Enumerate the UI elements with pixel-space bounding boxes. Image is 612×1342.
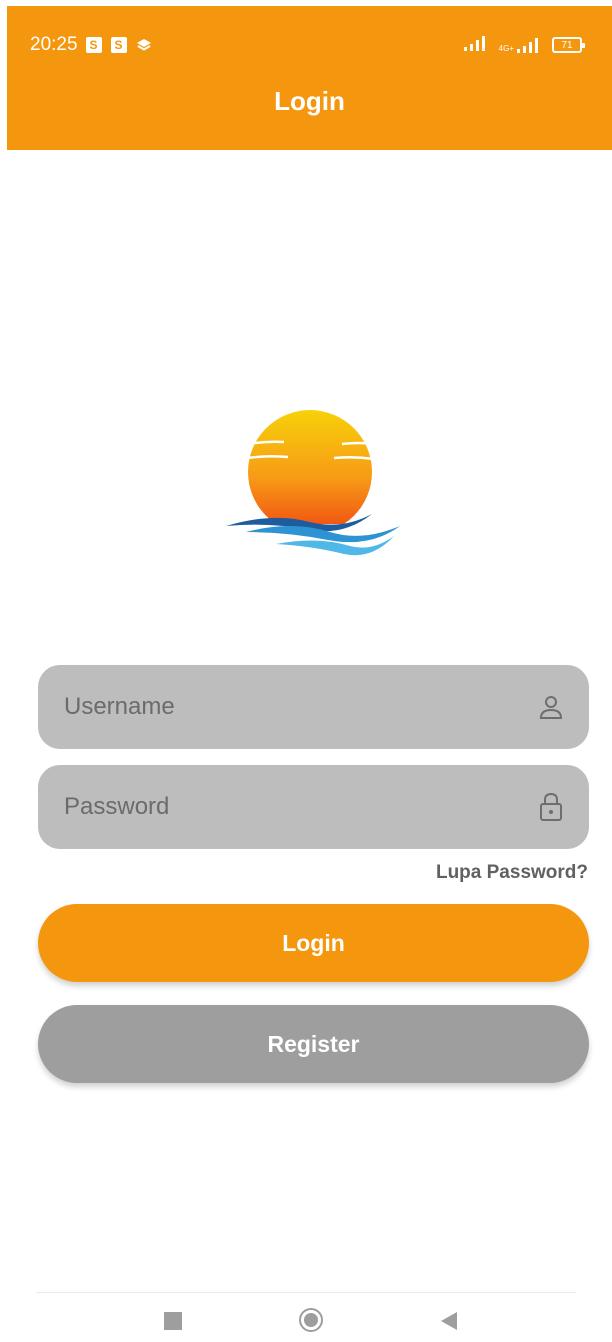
shopping-bag-icon: S [110,37,127,53]
status-time: 20:25 [30,34,78,55]
password-field[interactable] [38,765,589,849]
square-icon[interactable] [164,1312,182,1330]
signal-4g-icon: 4G+ [499,37,542,53]
password-input[interactable] [62,792,537,822]
username-input[interactable] [62,692,537,722]
status-bar-left: 20:25 S S [30,30,152,60]
system-nav-bar [0,1306,612,1336]
network-label: 4G+ [498,44,514,53]
login-button[interactable]: Login [38,904,589,982]
app-header [7,6,612,150]
back-triangle-icon[interactable] [440,1311,458,1331]
sunset-logo [226,410,400,556]
status-bar-right: 4G+ 71 [463,30,585,60]
person-icon [537,693,565,721]
battery-level: 71 [561,39,573,51]
nav-divider [36,1292,576,1293]
layers-icon [136,38,152,52]
circle-icon[interactable] [298,1307,324,1333]
page-title: Login [274,86,345,116]
forgot-password-link[interactable]: Lupa Password? [436,862,588,884]
register-button[interactable]: Register [38,1005,589,1083]
shopping-bag-icon: S [85,37,102,53]
battery-icon: 71 [552,37,585,53]
username-field[interactable] [38,665,589,749]
lock-icon [537,792,565,821]
signal-icon [463,35,489,55]
